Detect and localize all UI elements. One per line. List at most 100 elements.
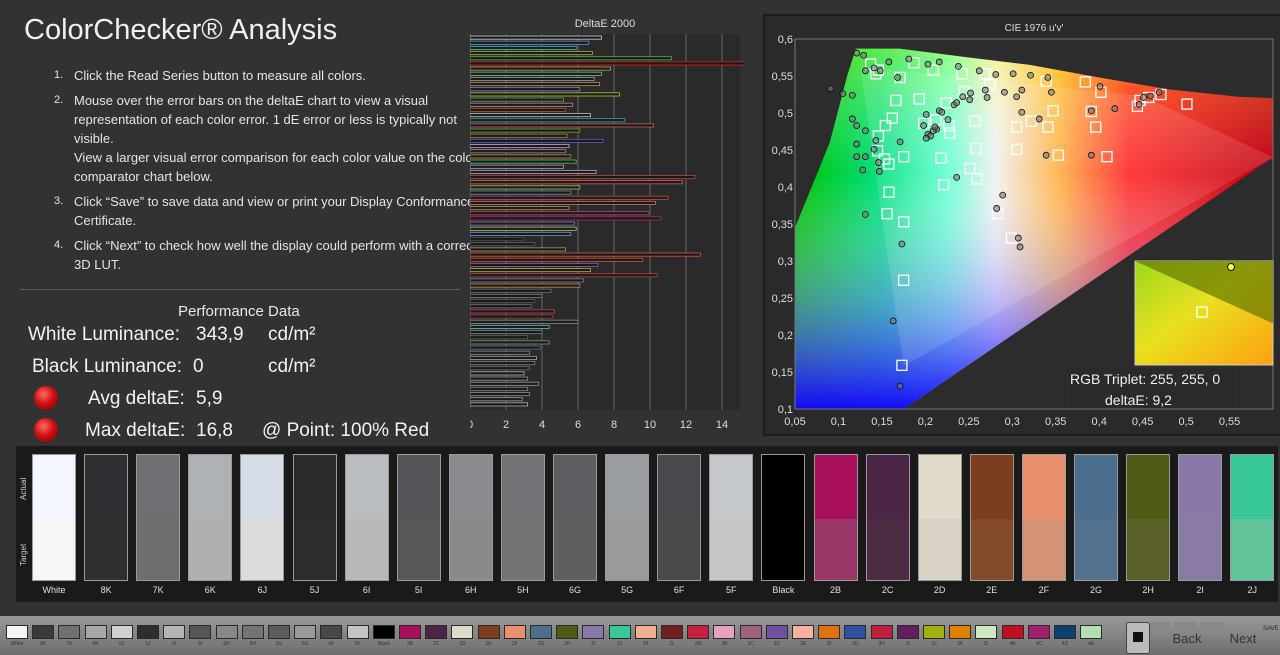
measured-point[interactable] [981,86,989,94]
deltae-bar[interactable] [470,330,543,335]
measured-point[interactable] [875,159,882,166]
deltae-bar[interactable] [470,180,683,185]
thumbnail-white[interactable] [6,625,28,639]
measured-point[interactable] [1035,115,1043,123]
deltae-bar[interactable] [470,376,528,381]
deltae-bar[interactable] [470,164,564,169]
deltae-bar[interactable] [470,257,644,262]
measured-point[interactable] [896,138,904,146]
deltae-bar[interactable] [470,169,597,174]
measured-point[interactable] [922,111,930,118]
deltae-bar[interactable] [470,340,550,345]
thumbnail-3l[interactable] [975,625,998,639]
measured-point[interactable] [1135,100,1143,108]
deltae-bar[interactable] [470,133,568,138]
thumbnail-4e[interactable] [1080,625,1103,639]
swatch-6h[interactable] [448,454,493,581]
deltae-chart[interactable]: 0 2 4 6 8 10 12 14 [470,32,745,434]
deltae-bar[interactable] [470,361,536,366]
measured-point[interactable] [889,317,897,325]
measured-point[interactable] [896,382,904,390]
swatch-6k[interactable] [188,454,233,581]
thumbnail-6f[interactable] [320,625,343,639]
deltae-bar[interactable] [470,247,566,252]
measured-point[interactable] [1018,86,1026,94]
thumbnail-2h[interactable] [556,625,579,639]
thumbnail-5h[interactable] [241,625,264,639]
deltae-bar[interactable] [470,319,579,324]
measured-point[interactable] [959,93,967,101]
deltae-bar[interactable] [470,190,572,195]
deltae-bar[interactable] [470,242,536,247]
thumbnail-6i[interactable] [163,625,186,639]
cie-chart[interactable]: CIE 1976 u'v'0,05 0,1 0,15 0,2 0,25 0,3 0,35 0,… [765,16,1276,430]
deltae-bar[interactable] [470,35,602,40]
measured-point[interactable] [1087,107,1095,115]
thumbnail-3h[interactable] [870,625,893,639]
measured-point[interactable] [861,210,869,218]
deltae-bar[interactable] [470,268,591,273]
thumbnail-2l[interactable] [661,625,683,639]
thumbnail-3i[interactable] [896,625,919,639]
measured-point[interactable] [861,153,869,161]
thumbnail-6g[interactable] [268,625,290,639]
save-button[interactable]: SAVE [1263,626,1279,636]
swatch-2e[interactable] [969,454,1014,581]
measured-point[interactable] [853,140,861,148]
thumbnail-3f[interactable] [818,625,841,639]
deltae-bar[interactable] [470,211,649,216]
measured-point[interactable] [993,205,1001,212]
deltae-bar[interactable] [470,293,543,298]
deltae-bar[interactable] [470,371,525,376]
measured-point[interactable] [1044,74,1052,81]
measured-point[interactable] [944,116,952,124]
swatch-6j[interactable] [240,454,285,581]
measured-point[interactable] [860,51,868,59]
swatch-black[interactable] [761,454,806,581]
thumbnail-2k[interactable] [634,625,657,639]
deltae-bar[interactable] [470,61,745,66]
deltae-bar[interactable] [470,278,584,283]
thumbnail-5f[interactable] [346,625,369,639]
thumbnail-8k[interactable] [32,625,55,639]
deltae-bar[interactable] [470,366,530,371]
deltae-bar[interactable] [470,335,528,340]
swatch-2i[interactable] [1178,454,1223,581]
thumbnail-2d[interactable] [451,625,474,639]
deltae-bar[interactable] [470,113,591,118]
thumbnail-3k[interactable] [949,625,972,639]
deltae-bar[interactable] [470,123,655,128]
thumbnail-2i[interactable] [582,625,605,639]
deltae-bar[interactable] [470,381,539,386]
swatch-2j[interactable] [1230,454,1275,581]
deltae-bar[interactable] [470,309,555,314]
measured-point[interactable] [1155,88,1163,96]
deltae-bar[interactable] [470,402,528,407]
measured-point[interactable] [999,191,1007,199]
measured-point[interactable] [1096,82,1104,90]
measured-point[interactable] [975,67,983,75]
measured-point[interactable] [885,58,893,66]
deltae-bar[interactable] [470,154,572,159]
measured-point[interactable] [931,123,939,131]
deltae-bar[interactable] [470,45,577,50]
swatch-8k[interactable] [84,454,129,581]
deltae-bar[interactable] [470,66,611,71]
measured-point[interactable] [861,67,869,75]
thumbnail-2b[interactable] [399,625,421,639]
deltae-bar[interactable] [470,149,566,154]
deltae-bar[interactable] [470,76,595,81]
measured-point[interactable] [1111,105,1119,112]
deltae-bar[interactable] [470,128,581,133]
deltae-bar[interactable] [470,102,573,107]
measured-point[interactable] [870,145,878,153]
thumbnail-3d[interactable] [765,625,788,639]
deltae-bar[interactable] [470,144,570,149]
thumbnail-5i[interactable] [189,625,212,639]
measured-point[interactable] [1140,94,1147,101]
swatch-6f[interactable] [657,454,702,581]
measured-point[interactable] [922,134,930,142]
deltae-bar[interactable] [470,71,602,76]
deltae-bar[interactable] [470,226,577,231]
measured-point[interactable] [1009,70,1017,78]
